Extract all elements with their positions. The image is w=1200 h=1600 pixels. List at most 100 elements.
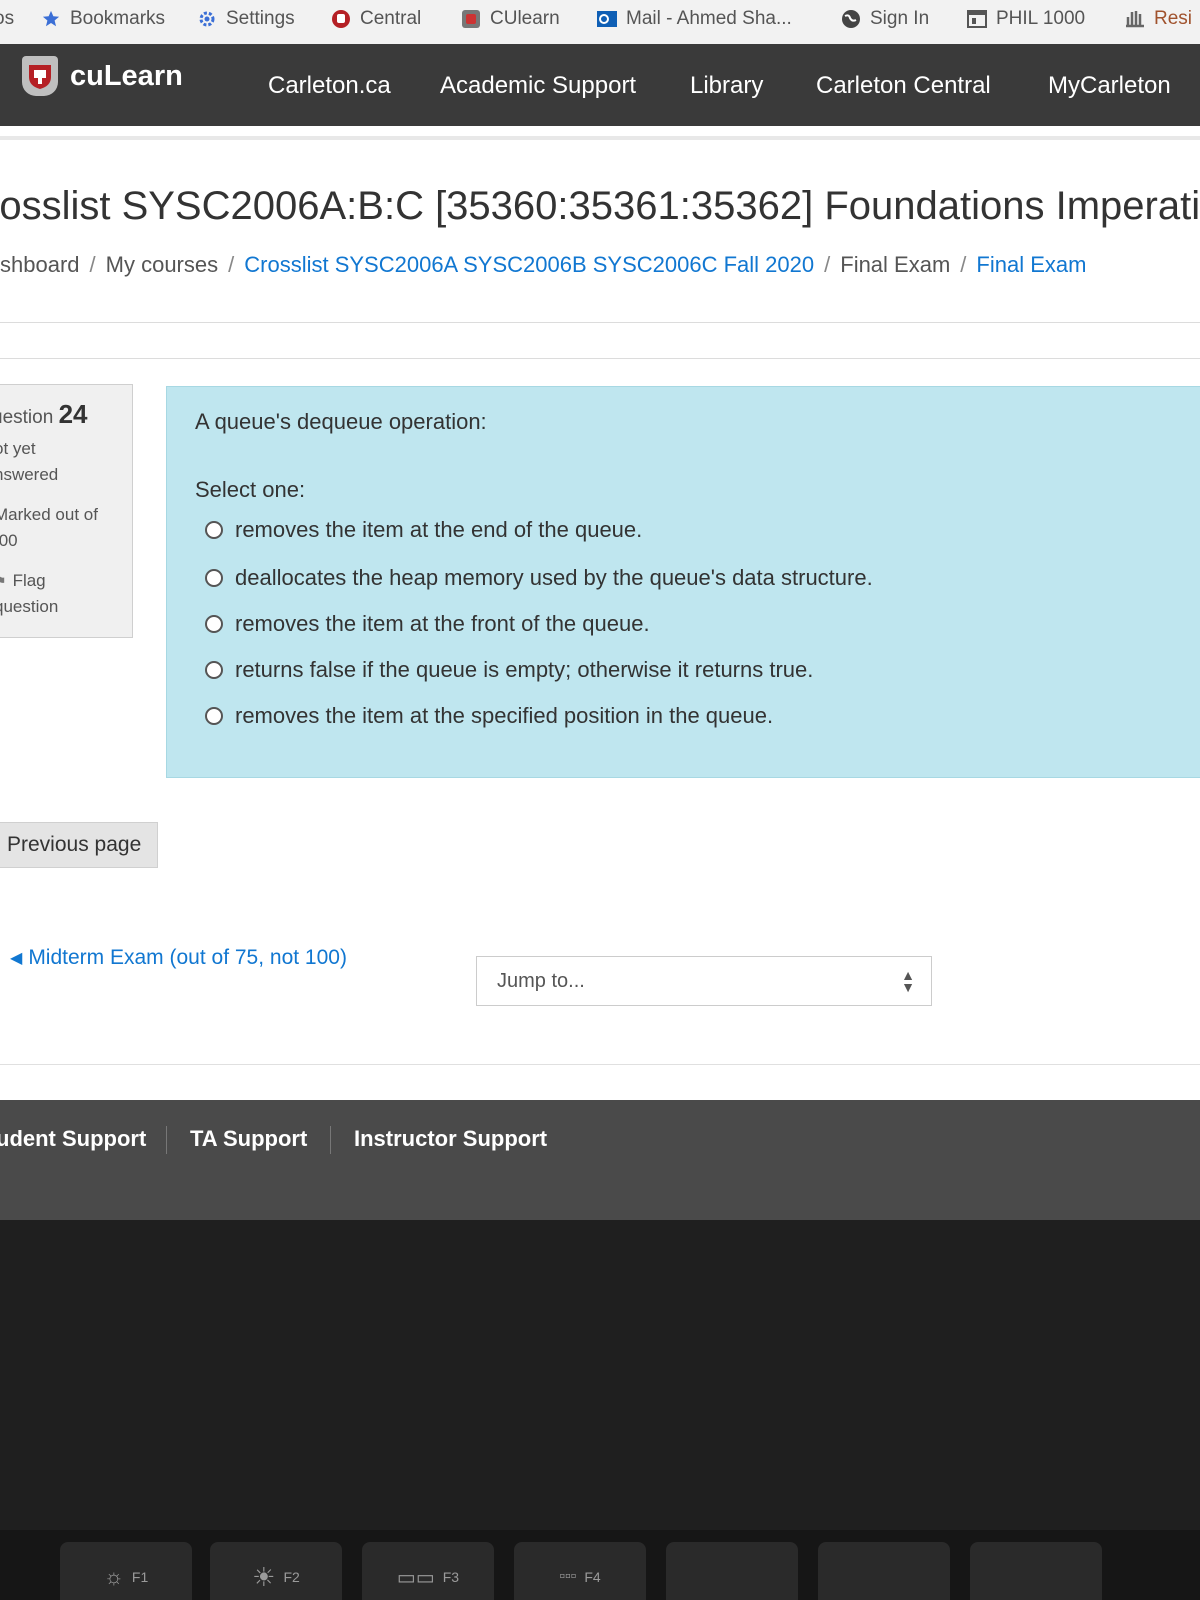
question-number: uestion 24 <box>0 399 87 430</box>
bookmark-culearn[interactable]: CUlearn <box>460 8 560 30</box>
breadcrumb-separator: / <box>960 252 967 277</box>
radio-button[interactable] <box>205 569 223 587</box>
brightness-up-key: ☀ F2 <box>210 1542 342 1600</box>
previous-activity-link[interactable]: ◀ Midterm Exam (out of 75, not 100) <box>10 946 347 970</box>
question-number-value: 24 <box>58 399 88 429</box>
globe-icon <box>840 8 862 30</box>
bookmark-label: Mail - Ahmed Sha... <box>626 8 792 29</box>
previous-page-button[interactable]: Previous page <box>0 822 158 868</box>
outlook-icon <box>596 8 618 30</box>
answer-option-label: removes the item at the specified positi… <box>235 703 774 728</box>
nav-carleton-central[interactable]: Carleton Central <box>816 72 991 100</box>
footer-instructor-support[interactable]: Instructor Support <box>354 1126 547 1152</box>
jump-to-placeholder: Jump to... <box>497 969 585 992</box>
main-content: rosslist SYSC2006A:B:C [35360:35361:3536… <box>0 126 1200 1126</box>
star-icon <box>40 8 62 30</box>
bookmark-phil[interactable]: PHIL 1000 <box>966 8 1085 30</box>
bookmark-label: Bookmarks <box>70 8 166 29</box>
sun-icon: ☼ <box>103 1564 124 1589</box>
question-content: A queue's dequeue operation: Select one:… <box>166 386 1200 778</box>
radio-button[interactable] <box>205 521 223 539</box>
breadcrumb-final-exam-section[interactable]: Final Exam <box>840 252 950 277</box>
breadcrumb-separator: / <box>89 252 96 277</box>
footer-separator <box>330 1126 331 1154</box>
function-key <box>666 1542 798 1600</box>
bookmark-label: os <box>0 8 15 29</box>
brightness-down-key: ☼ F1 <box>60 1542 192 1600</box>
breadcrumb-separator: / <box>228 252 235 277</box>
answer-option-label: removes the item at the front of the que… <box>235 611 650 636</box>
footer-ta-support[interactable]: TA Support <box>190 1126 307 1152</box>
radio-button[interactable] <box>205 707 223 725</box>
bookmark-bookmarks[interactable]: Bookmarks <box>40 8 165 30</box>
previous-activity-label: Midterm Exam (out of 75, not 100) <box>28 946 347 969</box>
bookmark-settings[interactable]: Settings <box>196 8 295 30</box>
nav-mycarleton[interactable]: MyCarleton <box>1048 72 1171 100</box>
bookmark-label: Resi <box>1154 8 1193 29</box>
page-title: rosslist SYSC2006A:B:C [35360:35361:3536… <box>0 184 1200 228</box>
question-text: A queue's dequeue operation: <box>195 409 487 434</box>
select-arrows-icon: ▲ ▼ <box>901 967 915 995</box>
brand-link[interactable]: cuLearn <box>22 56 183 96</box>
bookmarks-bar: os Bookmarks Settings Central CUlearn <box>0 0 1200 45</box>
caret-left-icon: ◀ <box>10 950 23 967</box>
breadcrumb-final-exam[interactable]: Final Exam <box>976 252 1086 277</box>
bookmark-resi[interactable]: Resi <box>1124 8 1192 30</box>
nav-carleton-ca[interactable]: Carleton.ca <box>268 72 391 100</box>
question-grade: Marked out of <box>0 505 98 524</box>
divider <box>0 1064 1200 1065</box>
flag-label: question <box>0 597 59 616</box>
question-info: uestion 24 ot yet nswered Marked out of … <box>0 384 133 638</box>
hand-icon <box>1124 8 1146 30</box>
carleton-crest-icon <box>22 56 58 96</box>
answer-option-label: returns false if the queue is empty; oth… <box>235 657 814 682</box>
window-icon <box>966 8 988 30</box>
nav-academic-support[interactable]: Academic Support <box>440 72 636 100</box>
radio-button[interactable] <box>205 661 223 679</box>
bookmark-apps[interactable]: os <box>0 8 14 30</box>
browser-window: os Bookmarks Settings Central CUlearn <box>0 0 1200 1600</box>
footer-student-support[interactable]: udent Support <box>0 1126 146 1152</box>
divider <box>0 358 1200 359</box>
launchpad-icon: ▫▫▫ <box>559 1568 577 1585</box>
breadcrumb-my-courses[interactable]: My courses <box>106 252 218 277</box>
answer-option[interactable]: deallocates the heap memory used by the … <box>205 565 873 591</box>
breadcrumb-dashboard[interactable]: shboard <box>0 252 80 277</box>
page-footer: udent Support TA Support Instructor Supp… <box>0 1100 1200 1220</box>
bookmark-central[interactable]: Central <box>330 8 421 30</box>
answer-option[interactable]: removes the item at the specified positi… <box>205 703 773 729</box>
answer-option[interactable]: returns false if the queue is empty; oth… <box>205 657 813 683</box>
function-key <box>818 1542 950 1600</box>
bookmark-label: PHIL 1000 <box>996 8 1086 29</box>
question-grade: .00 <box>0 531 18 550</box>
key-label: F1 <box>131 1569 149 1585</box>
crest-icon <box>330 8 352 30</box>
bookmark-mail[interactable]: Mail - Ahmed Sha... <box>596 8 792 30</box>
sun-icon: ☀ <box>252 1561 276 1592</box>
key-label: F4 <box>584 1569 601 1585</box>
bookmark-label: Settings <box>226 8 295 29</box>
answer-option[interactable]: removes the item at the front of the que… <box>205 611 650 637</box>
nav-library[interactable]: Library <box>690 72 763 100</box>
header-divider <box>0 136 1200 140</box>
answer-option-label: deallocates the heap memory used by the … <box>235 565 873 590</box>
bookmark-label: Sign In <box>870 8 930 29</box>
gear-icon <box>196 8 218 30</box>
key-label: F3 <box>442 1569 460 1585</box>
question-label: uestion <box>0 407 54 428</box>
mission-control-icon: ▭▭ <box>396 1566 435 1589</box>
question-status: nswered <box>0 465 59 484</box>
function-key-row: ☼ F1 ☀ F2 ▭▭ F3 ▫▫▫ F4 <box>0 1530 1200 1600</box>
flag-question-button[interactable]: ⚑ Flag <box>0 571 46 591</box>
bookmark-label: CUlearn <box>490 8 560 29</box>
answer-option[interactable]: removes the item at the end of the queue… <box>205 517 642 543</box>
breadcrumb-separator: / <box>824 252 831 277</box>
bookmark-sign-in[interactable]: Sign In <box>840 8 929 30</box>
radio-button[interactable] <box>205 615 223 633</box>
question-status: ot yet <box>0 439 36 458</box>
jump-to-select[interactable]: Jump to... ▲ ▼ <box>476 956 932 1006</box>
site-navbar: cuLearn Carleton.ca Academic Support Lib… <box>0 44 1200 126</box>
brand-name: cuLearn <box>70 59 183 92</box>
breadcrumb-course[interactable]: Crosslist SYSC2006A SYSC2006B SYSC2006C … <box>244 252 814 277</box>
function-key <box>970 1542 1102 1600</box>
